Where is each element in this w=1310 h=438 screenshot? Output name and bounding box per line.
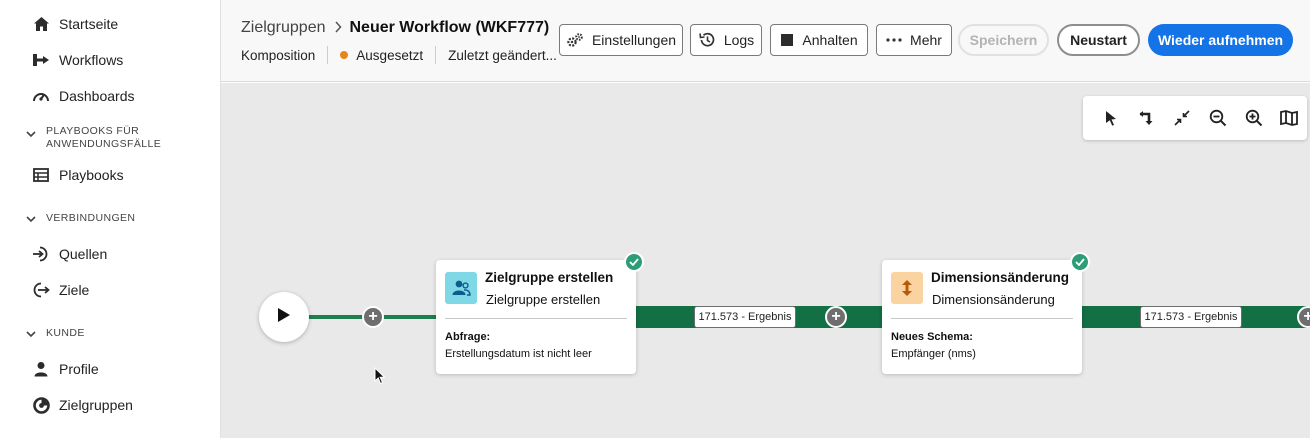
activity-subtitle: Dimensionsänderung <box>932 292 1055 307</box>
import-icon <box>32 245 50 263</box>
workflow-type: Komposition <box>241 47 316 63</box>
table-icon <box>32 166 50 184</box>
breadcrumb-parent-link[interactable]: Zielgruppen <box>241 19 326 37</box>
status-dot <box>340 51 349 59</box>
sidebar-item-label: Dashboards <box>59 88 135 104</box>
result-badge[interactable]: 171.573 - Ergebnis <box>1140 306 1242 328</box>
divider <box>891 318 1073 319</box>
settings-button[interactable]: Einstellungen <box>559 24 683 56</box>
page-title: Neuer Workflow (WKF777) <box>349 19 550 36</box>
sidebar-item-startseite[interactable]: Startseite <box>32 12 118 36</box>
export-icon <box>32 281 50 299</box>
sidebar-item-zielgruppen[interactable]: Zielgruppen <box>32 393 133 417</box>
activity-field-label: Neues Schema: <box>891 331 973 343</box>
section-playbooks-toggle[interactable]: PLAYBOOKS FÜR ANWENDUNGSFÄLLE <box>26 125 161 151</box>
play-icon <box>277 307 291 328</box>
change-dimension-icon <box>891 272 923 304</box>
gears-icon <box>566 32 584 48</box>
chevron-down-icon <box>26 327 38 343</box>
canvas-toolbar <box>1083 96 1307 140</box>
divider <box>445 318 627 319</box>
reorient-icon[interactable] <box>1129 100 1165 136</box>
logs-label: Logs <box>723 32 755 48</box>
workflow-meta: Komposition Ausgesetzt Zuletzt geändert.… <box>241 46 557 64</box>
activity-card-build-audience[interactable]: Zielgruppe erstellen Zielgruppe erstelle… <box>436 252 644 374</box>
sidebar-item-label: Startseite <box>59 16 119 32</box>
audience-icon <box>32 396 50 414</box>
activity-field-value: Empfänger (nms) <box>891 348 976 360</box>
history-icon <box>698 31 716 49</box>
sidebar-item-label: Quellen <box>59 246 108 262</box>
add-activity-button[interactable]: + <box>825 306 847 328</box>
more-button[interactable]: Mehr <box>876 24 952 56</box>
sidebar-item-label: Workflows <box>59 52 124 68</box>
check-icon <box>624 252 644 272</box>
section-label: ANWENDUNGSFÄLLE <box>46 138 162 150</box>
sidebar-item-label: Ziele <box>59 282 90 298</box>
workflow-icon <box>32 51 50 69</box>
last-modified: Zuletzt geändert... <box>448 47 557 63</box>
select-tool-icon[interactable] <box>1093 100 1129 136</box>
mouse-cursor-icon <box>374 366 386 390</box>
section-label: KUNDE <box>46 327 85 339</box>
activity-title: Dimensionsänderung <box>931 270 1070 285</box>
section-label: VERBINDUNGEN <box>46 212 136 224</box>
save-button[interactable]: Speichern <box>958 24 1049 56</box>
activity-field-value: Erstellungsdatum ist nicht leer <box>445 348 592 360</box>
breadcrumb: Zielgruppen Neuer Workflow (WKF777) <box>241 19 549 37</box>
check-icon <box>1070 252 1090 272</box>
divider <box>327 46 329 64</box>
workflow-canvas[interactable]: + + + 171.573 - Ergebnis 171.573 - Ergeb… <box>221 83 1310 438</box>
sidebar-item-ziele[interactable]: Ziele <box>32 278 89 302</box>
divider <box>435 46 437 64</box>
chevron-down-icon <box>26 212 38 228</box>
restart-button[interactable]: Neustart <box>1057 24 1140 56</box>
zoom-out-icon[interactable] <box>1200 100 1236 136</box>
sidebar: Startseite Workflows Dashboards PLAYBOOK… <box>0 0 221 438</box>
stop-button[interactable]: Anhalten <box>770 24 868 56</box>
more-label: Mehr <box>910 32 942 48</box>
chevron-right-icon <box>334 20 342 36</box>
sidebar-item-label: Zielgruppen <box>59 397 133 413</box>
sidebar-item-dashboards[interactable]: Dashboards <box>32 84 135 108</box>
more-icon <box>886 38 902 42</box>
activity-subtitle: Zielgruppe erstellen <box>486 292 601 307</box>
logs-button[interactable]: Logs <box>690 24 762 56</box>
activity-title: Zielgruppe erstellen <box>485 270 614 285</box>
sidebar-item-quellen[interactable]: Quellen <box>32 242 107 266</box>
home-icon <box>32 15 50 33</box>
add-activity-button[interactable]: + <box>362 306 384 328</box>
stop-label: Anhalten <box>802 32 858 48</box>
sidebar-item-label: Profile <box>59 361 99 377</box>
user-icon <box>32 360 50 378</box>
sidebar-item-workflows[interactable]: Workflows <box>32 48 123 72</box>
settings-label: Einstellungen <box>591 32 677 48</box>
stop-icon <box>780 33 794 47</box>
collapse-icon[interactable] <box>1164 100 1200 136</box>
activity-field-label: Abfrage: <box>445 331 491 343</box>
sidebar-item-profile[interactable]: Profile <box>32 357 99 381</box>
zoom-in-icon[interactable] <box>1236 100 1272 136</box>
start-node[interactable] <box>259 292 309 342</box>
chevron-down-icon <box>26 125 38 143</box>
gauge-icon <box>32 87 50 105</box>
section-label: PLAYBOOKS FÜR <box>46 125 140 137</box>
sidebar-item-label: Playbooks <box>59 167 124 183</box>
map-icon[interactable] <box>1271 100 1307 136</box>
audience-group-icon <box>445 272 477 304</box>
status-badge: Ausgesetzt <box>356 47 424 63</box>
result-badge[interactable]: 171.573 - Ergebnis <box>694 306 796 328</box>
activity-card-change-dimension[interactable]: Dimensionsänderung Dimensionsänderung Ne… <box>882 252 1090 374</box>
resume-button[interactable]: Wieder aufnehmen <box>1148 24 1293 56</box>
workflow-header: Zielgruppen Neuer Workflow (WKF777) Komp… <box>221 0 1310 82</box>
section-connections-toggle[interactable]: VERBINDUNGEN <box>26 212 135 228</box>
section-customer-toggle[interactable]: KUNDE <box>26 327 85 343</box>
sidebar-item-playbooks[interactable]: Playbooks <box>32 163 124 187</box>
